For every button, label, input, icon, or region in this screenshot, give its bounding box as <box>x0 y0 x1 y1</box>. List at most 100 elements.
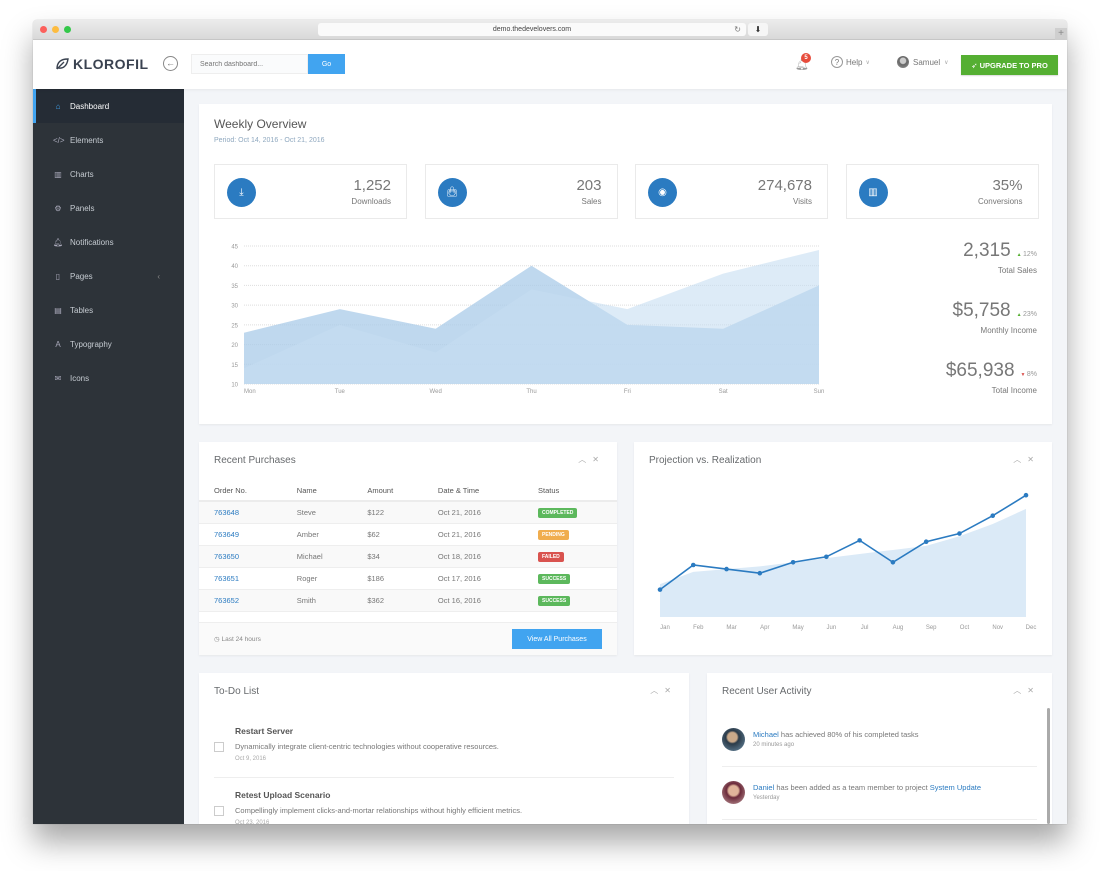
amount: $34 <box>352 545 423 568</box>
sidebar-item-typography[interactable]: A Typography <box>33 327 184 361</box>
x-tick-label: Apr <box>760 625 769 631</box>
sidebar-item-elements[interactable]: </> Elements <box>33 123 184 157</box>
status-badge: FAILED <box>538 551 564 562</box>
x-tick-label: Jan <box>660 625 670 631</box>
todo-date: Oct 23, 2016 <box>235 820 270 824</box>
activity-description: has been added as a team member to proje… <box>774 783 930 792</box>
stat-value: $5,758 <box>952 300 1011 321</box>
eye-icon: ◉ <box>648 178 677 207</box>
maximize-window-button[interactable] <box>64 26 71 33</box>
column-header[interactable]: Status <box>523 480 617 502</box>
download-icon[interactable]: ⬇ <box>748 23 768 36</box>
file-icon: ▯ <box>55 271 61 281</box>
panel-controls: ︿✕ <box>650 685 677 696</box>
search-input[interactable] <box>191 54 308 74</box>
stat-delta: ▼ 8% <box>1021 371 1037 378</box>
delta-value: 12% <box>1022 251 1037 258</box>
data-point <box>1023 492 1029 498</box>
collapse-icon[interactable]: ︿ <box>1013 455 1027 464</box>
user-menu-dropdown[interactable]: Samuel ∨ <box>897 56 949 68</box>
projection-line-chart: Jan Feb Mar Apr May Jun Jul Aug Sep Oct Nov Dec <box>657 492 1036 631</box>
shopping-bag-icon: 👜︎ <box>437 178 467 207</box>
x-tick-label: Fri <box>624 389 631 395</box>
icons-icon: ✉ <box>54 373 62 383</box>
sidebar-item-charts[interactable]: ▥ Charts <box>33 157 184 191</box>
sidebar-item-label: Notifications <box>70 237 114 247</box>
view-all-purchases-button[interactable]: View All Purchases <box>512 629 602 649</box>
collapse-icon[interactable]: ︿ <box>1013 686 1027 695</box>
sidebar-item-dashboard[interactable]: ⌂ Dashboard <box>33 89 184 123</box>
footer-text: Last 24 hours <box>221 636 261 643</box>
y-tick-label: 40 <box>231 264 238 270</box>
metric-card-conversions: ▥ 35% Conversions <box>845 164 1039 219</box>
order-link[interactable]: 763648 <box>214 508 239 517</box>
customer-name: Roger <box>281 567 353 590</box>
projection-area <box>660 508 1026 617</box>
sidebar-item-panels[interactable]: ⚙ Panels <box>33 191 184 225</box>
sidebar-item-notifications[interactable]: 🔔︎ Notifications <box>33 225 184 259</box>
project-link[interactable]: System Update <box>930 783 981 792</box>
x-tick-label: Thu <box>526 389 536 395</box>
sidebar-item-icons[interactable]: ✉ Icons <box>33 361 184 395</box>
table-row: 763651 Roger $186 Oct 17, 2016 SUCCESS <box>199 567 617 590</box>
order-link[interactable]: 763651 <box>214 574 239 583</box>
minimize-window-button[interactable] <box>52 26 59 33</box>
panel-title: Recent Purchases <box>214 455 296 466</box>
close-window-button[interactable] <box>40 26 47 33</box>
home-icon: ⌂ <box>55 101 61 111</box>
summary-stat: 2,315 ▲ 12% Total Sales <box>963 240 1037 275</box>
column-header[interactable]: Order No. <box>199 480 282 502</box>
user-link[interactable]: Daniel <box>753 783 774 792</box>
panel-footer: ◷ Last 24 hours View All Purchases <box>199 622 617 655</box>
order-link[interactable]: 763652 <box>214 596 239 605</box>
todo-checkbox[interactable] <box>214 806 224 816</box>
time-range: ◷ Last 24 hours <box>214 635 261 643</box>
collapse-icon[interactable]: ︿ <box>578 455 592 464</box>
upgrade-to-pro-button[interactable]: ➶ UPGRADE TO PRO <box>961 55 1058 75</box>
activity-item: Michael has achieved 80% of his complete… <box>722 728 1037 778</box>
metric-value: 274,678 <box>757 177 812 194</box>
bell-icon: 🔔︎ <box>53 237 64 247</box>
date: Oct 18, 2016 <box>422 545 524 568</box>
sidebar-item-pages[interactable]: ▯ Pages ‹ <box>33 259 184 293</box>
activity-text: Daniel has been added as a team member t… <box>753 783 981 792</box>
order-link[interactable]: 763650 <box>214 552 239 561</box>
search-go-button[interactable]: Go <box>308 54 345 74</box>
sidebar-item-tables[interactable]: ▤ Tables <box>33 293 184 327</box>
date: Oct 17, 2016 <box>422 567 524 590</box>
metric-value: 1,252 <box>353 177 391 194</box>
column-header[interactable]: Date & Time <box>422 480 524 502</box>
table-row: 763648 Steve $122 Oct 21, 2016 COMPLETED <box>199 501 617 524</box>
summary-stat: $5,758 ▲ 23% Monthly Income <box>953 300 1037 335</box>
chevron-down-icon: ∨ <box>944 59 949 66</box>
close-icon[interactable]: ✕ <box>664 686 677 695</box>
stat-label: Total Income <box>991 386 1037 395</box>
question-icon: ? <box>831 56 843 68</box>
x-tick-label: Jun <box>827 625 837 631</box>
close-icon[interactable]: ✕ <box>1027 455 1040 464</box>
column-header[interactable]: Amount <box>352 480 423 502</box>
user-link[interactable]: Michael <box>753 730 779 739</box>
reload-icon[interactable]: ↻ <box>734 23 741 36</box>
order-link[interactable]: 763649 <box>214 530 239 539</box>
activity-scrollbar[interactable] <box>1047 708 1050 824</box>
todo-checkbox[interactable] <box>214 742 224 752</box>
overview-period: Period: Oct 14, 2016 - Oct 21, 2016 <box>214 137 325 144</box>
todo-description: Compellingly implement clicks-and-mortar… <box>235 806 523 815</box>
close-icon[interactable]: ✕ <box>592 455 605 464</box>
metric-label: Conversions <box>978 197 1023 206</box>
close-icon[interactable]: ✕ <box>1027 686 1040 695</box>
column-header[interactable]: Name <box>281 480 353 502</box>
y-tick-label: 10 <box>231 383 238 389</box>
collapse-icon[interactable]: ︿ <box>650 686 664 695</box>
sidebar-item-label: Charts <box>70 169 94 179</box>
new-tab-button[interactable]: + <box>1055 28 1067 40</box>
address-bar[interactable]: demo.thedevelovers.com ↻ <box>318 23 746 36</box>
brand-logo[interactable]: KLOROFIL <box>55 56 149 72</box>
stat-label: Monthly Income <box>980 326 1037 335</box>
amount: $362 <box>352 589 423 612</box>
sidebar-toggle-arrow-icon[interactable]: ← <box>163 56 178 71</box>
help-dropdown[interactable]: ? Help ∨ <box>831 56 870 68</box>
todo-title: Retest Upload Scenario <box>235 790 331 800</box>
amount: $62 <box>352 523 423 546</box>
